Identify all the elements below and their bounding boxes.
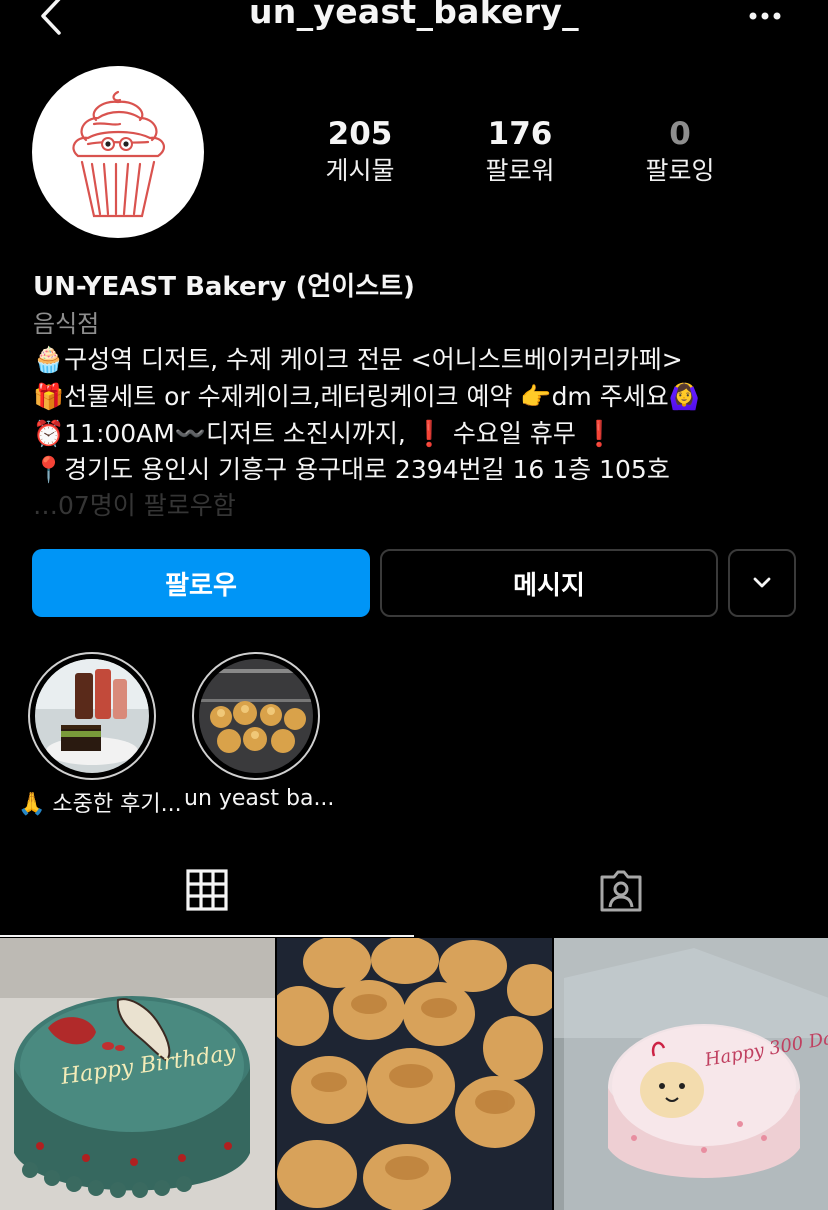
highlight-ring bbox=[28, 652, 156, 780]
suggested-accounts-button[interactable] bbox=[728, 549, 796, 617]
highlight-bakery[interactable] bbox=[192, 652, 322, 780]
message-button[interactable]: 메시지 bbox=[380, 549, 718, 617]
highlight-reviews[interactable] bbox=[28, 652, 158, 780]
tab-posts-grid[interactable] bbox=[0, 845, 414, 937]
page-title: un_yeast_bakery_ bbox=[249, 0, 579, 31]
cupcake-logo-icon bbox=[72, 90, 165, 218]
bio-line: 🎁선물세트 or 수제케이크,레터링케이크 예약 👉dm 주세요🙆‍♀️ bbox=[33, 382, 700, 411]
bio-line: 📍경기도 용인시 기흥구 용구대로 2394번길 16 1층 105호 bbox=[33, 455, 670, 484]
posts-label: 게시물 bbox=[325, 156, 395, 185]
more-horizontal-icon bbox=[749, 12, 781, 20]
posts-count: 205 bbox=[327, 116, 393, 152]
following-stat[interactable]: 0 팔로잉 bbox=[600, 114, 760, 188]
followers-stat[interactable]: 176 팔로워 bbox=[440, 114, 600, 188]
profile-category: 음식점 bbox=[33, 310, 100, 338]
more-options-button[interactable] bbox=[742, 0, 788, 38]
bio-line: 🧁구성역 디저트, 수제 케이크 전문 <어니스트베이커리카페> bbox=[33, 345, 683, 374]
followed-by-text[interactable]: …07명이 팔로우함 bbox=[33, 486, 236, 522]
highlight-ring bbox=[192, 652, 320, 780]
tab-tagged[interactable] bbox=[414, 845, 828, 937]
tagged-person-icon bbox=[600, 870, 642, 912]
post-baked-buns[interactable] bbox=[277, 938, 552, 1210]
post-300-days-cake[interactable]: Happy 300 Days bbox=[554, 938, 828, 1210]
highlight-cover-image bbox=[35, 659, 149, 773]
posts-stat[interactable]: 205 게시물 bbox=[280, 114, 440, 188]
followers-label: 팔로워 bbox=[485, 156, 555, 185]
highlight-label: 🙏 소중한 후기... bbox=[18, 792, 182, 817]
posts-grid: Happy Birthday Happy 300 Days bbox=[0, 938, 828, 1210]
bio-line: ⏰11:00AM〰️디저트 소진시까지, ❗ 수요일 휴무 ❗ bbox=[33, 419, 615, 448]
profile-name: UN-YEAST Bakery (언이스트) bbox=[33, 272, 415, 302]
post-birthday-cake[interactable]: Happy Birthday bbox=[0, 938, 275, 1210]
following-label: 팔로잉 bbox=[645, 156, 715, 185]
top-bar: un_yeast_bakery_ bbox=[0, 0, 828, 40]
profile-stats: 205 게시물 176 팔로워 0 팔로잉 bbox=[280, 114, 760, 194]
followers-count: 176 bbox=[487, 116, 553, 152]
grid-icon bbox=[186, 869, 228, 911]
following-count: 0 bbox=[669, 116, 691, 152]
follow-button[interactable]: 팔로우 bbox=[32, 549, 370, 617]
profile-tabs bbox=[0, 845, 828, 937]
highlight-cover-image bbox=[199, 659, 313, 773]
avatar[interactable] bbox=[32, 66, 204, 238]
chevron-down-icon bbox=[753, 577, 771, 588]
highlight-label: un yeast ba... bbox=[184, 786, 335, 811]
